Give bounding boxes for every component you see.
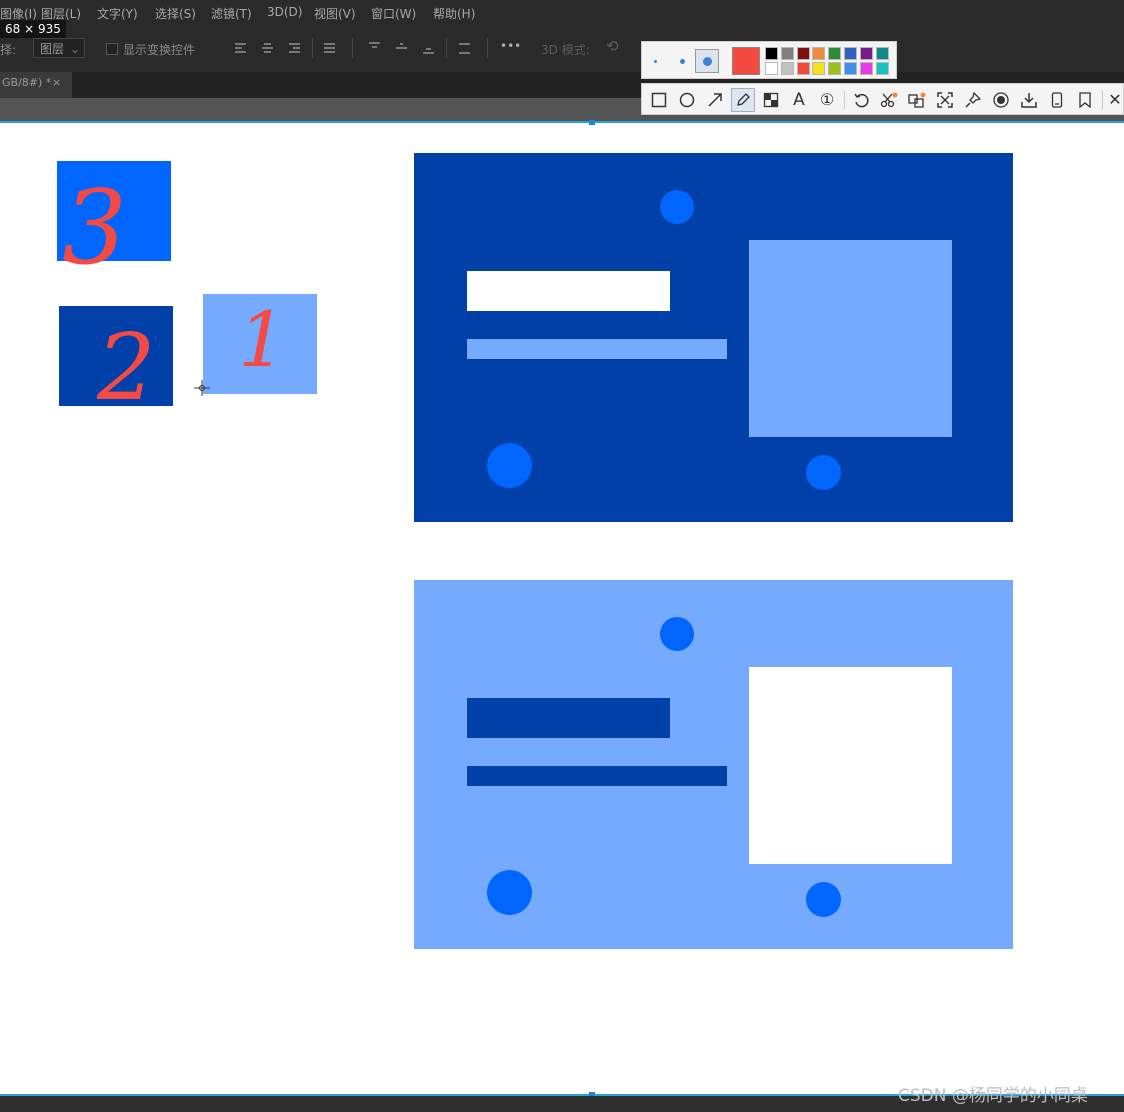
menu-select[interactable]: 选择(S) xyxy=(155,5,196,22)
decor-circle xyxy=(487,870,532,915)
align-bottom-icon[interactable] xyxy=(422,41,435,55)
divider xyxy=(844,91,845,109)
decor-circle xyxy=(487,443,532,488)
align-center-icon[interactable] xyxy=(261,41,274,55)
divider xyxy=(312,38,313,58)
phone-icon[interactable] xyxy=(1045,88,1069,112)
color-swatch[interactable] xyxy=(828,47,842,60)
menu-3d[interactable]: 3D(D) xyxy=(267,5,302,19)
text-icon[interactable]: A xyxy=(787,88,811,112)
color-swatch[interactable] xyxy=(859,47,873,60)
image-placeholder xyxy=(749,240,952,437)
menu-help[interactable]: 帮助(H) xyxy=(433,5,475,22)
menu-window[interactable]: 窗口(W) xyxy=(371,5,416,22)
number-icon[interactable]: ① xyxy=(815,88,839,112)
divider xyxy=(487,38,488,58)
align-left-icon[interactable] xyxy=(234,41,247,55)
dimensions-badge: 68 × 935 xyxy=(0,20,66,38)
menu-view[interactable]: 视图(V) xyxy=(314,5,356,22)
cut-icon[interactable] xyxy=(877,88,901,112)
color-swatch[interactable] xyxy=(812,62,826,75)
watermark: CSDN @杨同学的小同桌 xyxy=(898,1086,1088,1106)
color-swatch[interactable] xyxy=(765,47,778,60)
color-swatch[interactable] xyxy=(796,62,810,75)
size-large-dot xyxy=(703,57,712,66)
distribute-vertical-icon[interactable] xyxy=(458,41,471,55)
align-middle-icon[interactable] xyxy=(395,41,408,55)
image-placeholder xyxy=(749,667,952,864)
menu-bar: 图像(I) 图层(L) 文字(Y) 选择(S) 滤镜(T) 3D(D) 视图(V… xyxy=(0,0,1124,24)
decor-circle xyxy=(806,455,841,490)
color-swatch[interactable] xyxy=(859,62,873,75)
card-dark xyxy=(414,153,1013,522)
resize-handle[interactable] xyxy=(589,120,595,125)
mode-3d-label: 3D 模式: xyxy=(541,43,590,57)
close-icon[interactable]: × xyxy=(52,72,61,94)
divider xyxy=(352,38,353,58)
annotation-number-2: 2 xyxy=(97,314,156,421)
screenshot-color-palette xyxy=(641,41,897,79)
color-swatch[interactable] xyxy=(780,62,794,75)
title-bar-placeholder xyxy=(467,698,670,738)
download-icon[interactable] xyxy=(1017,88,1041,112)
fullscreen-icon[interactable] xyxy=(933,88,957,112)
color-swatch[interactable] xyxy=(812,47,826,60)
rectangle-icon[interactable] xyxy=(647,88,671,112)
color-swatch[interactable] xyxy=(875,62,889,75)
color-swatch[interactable] xyxy=(844,47,857,60)
close-icon[interactable]: ✕ xyxy=(1106,88,1124,112)
document-tab[interactable]: GB/8#) * × xyxy=(0,72,72,98)
annotation-number-3: 3 xyxy=(62,169,127,288)
pencil-icon[interactable] xyxy=(731,88,755,112)
more-options-button[interactable]: ••• xyxy=(500,39,521,53)
pin-icon[interactable] xyxy=(961,88,985,112)
color-swatch[interactable] xyxy=(828,62,842,75)
size-medium-button[interactable] xyxy=(680,59,685,64)
screenshot-toolbar: A ① ✕ xyxy=(641,83,1124,115)
auto-select-value: 图层 xyxy=(40,42,65,56)
select-prefix-label: 择: xyxy=(0,43,17,57)
record-icon[interactable] xyxy=(989,88,1013,112)
undo-icon[interactable] xyxy=(849,88,873,112)
translate-icon[interactable] xyxy=(905,88,929,112)
card-light xyxy=(414,580,1013,949)
divider xyxy=(1102,91,1103,109)
annotation-number-1: 1 xyxy=(238,295,287,384)
size-small-button[interactable] xyxy=(654,60,657,63)
current-color[interactable] xyxy=(732,47,760,75)
decor-circle xyxy=(660,617,694,651)
color-swatch[interactable] xyxy=(765,62,778,75)
color-swatch[interactable] xyxy=(844,62,857,75)
menu-filter[interactable]: 滤镜(T) xyxy=(211,5,252,22)
color-swatch[interactable] xyxy=(875,47,889,60)
align-top-icon[interactable] xyxy=(368,41,381,55)
text-line-placeholder xyxy=(467,766,727,786)
chevron-down-icon: ⌄ xyxy=(69,42,80,56)
auto-select-dropdown[interactable]: 图层 ⌄ xyxy=(33,38,85,58)
distribute-icon[interactable] xyxy=(323,41,336,55)
menu-type[interactable]: 文字(Y) xyxy=(97,5,138,22)
text-line-placeholder xyxy=(467,339,727,359)
align-right-icon[interactable] xyxy=(288,41,301,55)
divider xyxy=(446,38,447,58)
title-bar-placeholder xyxy=(467,271,670,311)
color-swatch[interactable] xyxy=(780,47,794,60)
decor-circle xyxy=(806,882,841,917)
arrow-icon[interactable] xyxy=(703,88,727,112)
document-tab-title: GB/8#) * xyxy=(2,76,52,89)
show-transform-checkbox[interactable] xyxy=(106,43,118,55)
color-swatch[interactable] xyxy=(796,47,810,60)
show-transform-label: 显示变换控件 xyxy=(123,43,196,57)
ellipse-icon[interactable] xyxy=(675,88,699,112)
mosaic-icon[interactable] xyxy=(759,88,783,112)
size-large-button[interactable] xyxy=(695,49,719,73)
canvas-edge-top xyxy=(0,121,1124,123)
decor-circle xyxy=(660,190,694,224)
options-bar: 择: 图层 ⌄ 显示变换控件 ••• 3D 模式: ⟲ xyxy=(0,24,1124,72)
crosshair-cursor-icon xyxy=(194,380,210,396)
bookmark-icon[interactable] xyxy=(1073,88,1097,112)
orbit-icon: ⟲ xyxy=(606,37,619,55)
